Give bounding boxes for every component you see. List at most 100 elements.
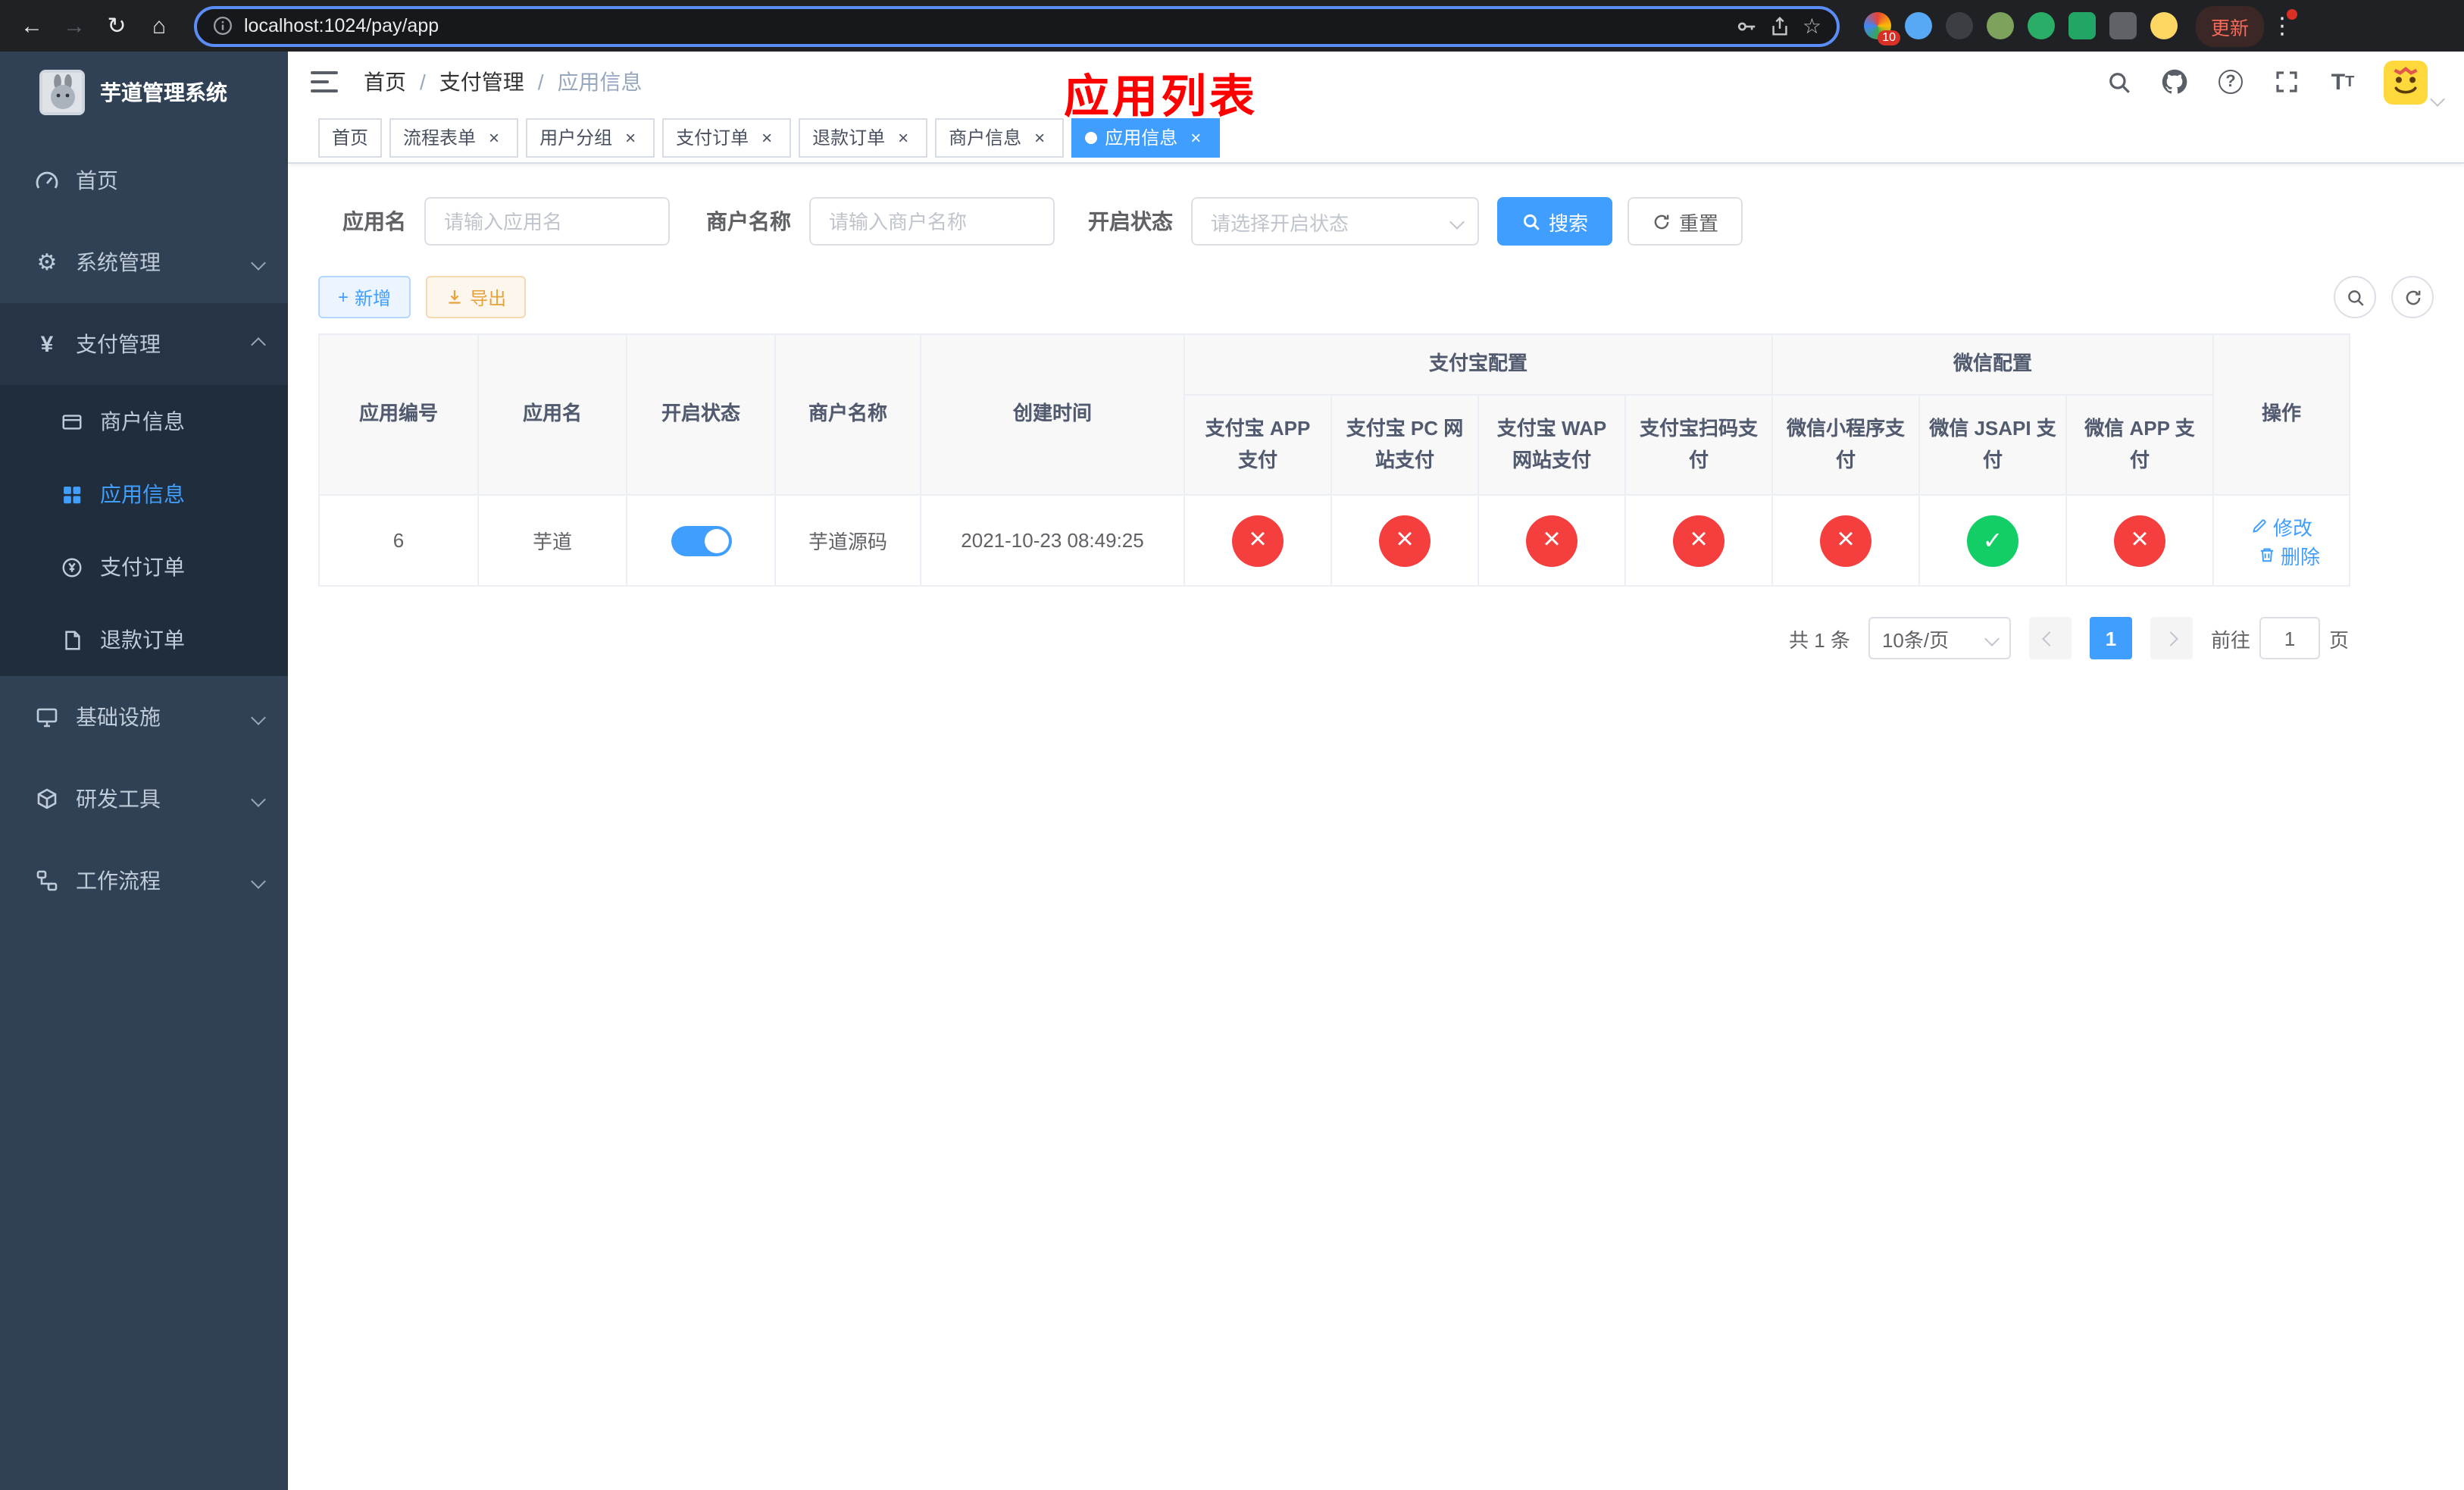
app-logo[interactable]: 芋道管理系统 <box>0 52 288 133</box>
table-toolbar: + 新增 导出 <box>318 276 2434 318</box>
font-size-icon[interactable]: TT <box>2328 67 2358 97</box>
page-annotation: 应用列表 <box>1064 73 1258 123</box>
sidebar-item-merchant-info[interactable]: 商户信息 <box>0 385 288 458</box>
reset-button[interactable]: 重置 <box>1628 197 1743 246</box>
sidebar: 芋道管理系统 首页 ⚙ 系统管理 ¥ 支付管理 商户信息 应用信息 支付订单 退… <box>0 52 288 1490</box>
sidebar-item-system[interactable]: ⚙ 系统管理 <box>0 221 288 303</box>
forward-icon[interactable]: → <box>55 6 94 45</box>
help-icon[interactable]: ? <box>2215 67 2246 97</box>
bookmark-star-icon[interactable]: ☆ <box>1803 13 1821 39</box>
fullscreen-icon[interactable] <box>2272 67 2302 97</box>
merchant-name-input[interactable] <box>809 197 1055 246</box>
extension-green-icon[interactable] <box>2068 12 2096 39</box>
edit-button-label: 修改 <box>2273 516 2313 539</box>
prev-page-button[interactable] <box>2028 617 2072 659</box>
home-icon[interactable]: ⌂ <box>139 6 179 45</box>
url-text: localhost:1024/pay/app <box>244 15 439 36</box>
extension-dark-icon[interactable] <box>1946 12 1973 39</box>
wechat-app-status-icon <box>2114 515 2166 566</box>
close-icon[interactable]: × <box>1185 127 1206 148</box>
extensions-puzzle-icon[interactable] <box>2109 12 2137 39</box>
sidebar-item-dev-tools[interactable]: 研发工具 <box>0 758 288 840</box>
status-toggle[interactable] <box>671 525 731 556</box>
tab-label: 支付订单 <box>676 127 749 149</box>
page-number-button[interactable]: 1 <box>2089 617 2132 659</box>
dashboard-icon <box>33 167 61 194</box>
tab-merchant-info[interactable]: 商户信息 × <box>935 117 1065 157</box>
gear-icon: ⚙ <box>36 250 58 276</box>
next-page-button[interactable] <box>2150 617 2193 659</box>
close-icon[interactable]: × <box>483 127 505 148</box>
sidebar-item-label: 支付订单 <box>100 555 185 579</box>
delete-button-label: 删除 <box>2281 545 2321 568</box>
page-size-select[interactable]: 10条/页 <box>1868 617 2011 659</box>
extension-colorful-icon[interactable]: 10 <box>1864 12 1900 45</box>
breadcrumb-payment[interactable]: 支付管理 <box>439 67 524 97</box>
browser-chrome: ← → ↻ ⌂ localhost:1024/pay/app ☆ 10 更新 ⋮ <box>0 0 2464 52</box>
chevron-down-icon <box>251 255 266 270</box>
app-name-label: 应用名 <box>342 209 406 233</box>
cell-app-id: 6 <box>318 494 479 587</box>
tags-view: 首页 流程表单 × 用户分组 × 支付订单 × 退款订单 × 商户信息 × 应用… <box>288 112 2464 164</box>
sidebar-item-label: 基础设施 <box>76 705 161 729</box>
info-icon[interactable] <box>212 15 233 36</box>
sidebar-item-label: 商户信息 <box>100 409 185 434</box>
column-header: 创建时间 <box>920 333 1185 496</box>
export-button[interactable]: 导出 <box>426 276 527 318</box>
extension-avatar-icon[interactable] <box>1987 12 2014 39</box>
app-name-input[interactable] <box>424 197 670 246</box>
column-header: 微信小程序支付 <box>1771 394 1921 496</box>
document-icon <box>58 626 85 653</box>
sidebar-item-home[interactable]: 首页 <box>0 139 288 221</box>
wechat-mini-status-icon <box>1820 515 1872 566</box>
tab-pay-order[interactable]: 支付订单 × <box>662 117 792 157</box>
search-button[interactable]: 搜索 <box>1497 197 1613 246</box>
reload-icon[interactable]: ↻ <box>97 6 136 45</box>
tab-user-group[interactable]: 用户分组 × <box>526 117 655 157</box>
browser-menu-icon[interactable]: ⋮ <box>2267 9 2298 39</box>
alipay-app-status-icon <box>1232 515 1284 566</box>
address-bar[interactable]: localhost:1024/pay/app ☆ <box>194 5 1840 46</box>
close-icon[interactable]: × <box>620 127 641 148</box>
toggle-search-button[interactable] <box>2334 276 2376 318</box>
status-select[interactable]: 请选择开启状态 <box>1191 197 1479 246</box>
extension-emoji-icon[interactable] <box>2150 12 2178 39</box>
alipay-qr-status-icon <box>1673 515 1724 566</box>
search-icon[interactable] <box>2103 67 2134 97</box>
wechat-jsapi-status-icon <box>1967 515 2019 566</box>
delete-button[interactable]: 删除 <box>2258 540 2320 569</box>
github-icon[interactable] <box>2159 67 2190 97</box>
user-menu[interactable] <box>2384 60 2445 106</box>
close-icon[interactable]: × <box>756 127 777 148</box>
goto-page-input[interactable] <box>2259 617 2320 659</box>
close-icon[interactable]: × <box>1029 127 1050 148</box>
extension-wechat-icon[interactable] <box>2028 12 2055 39</box>
key-icon[interactable] <box>1736 14 1759 37</box>
share-icon[interactable] <box>1769 14 1792 37</box>
sidebar-item-workflow[interactable]: 工作流程 <box>0 840 288 922</box>
extension-blue-icon[interactable] <box>1905 12 1932 39</box>
close-icon[interactable]: × <box>893 127 914 148</box>
tab-home[interactable]: 首页 <box>318 117 383 157</box>
sidebar-item-app-info[interactable]: 应用信息 <box>0 458 288 531</box>
sidebar-item-label: 研发工具 <box>76 787 161 811</box>
refresh-button[interactable] <box>2391 276 2434 318</box>
chrome-update-button[interactable]: 更新 <box>2196 5 2265 46</box>
screen: ← → ↻ ⌂ localhost:1024/pay/app ☆ 10 更新 ⋮… <box>0 0 2464 1490</box>
breadcrumb-separator: / <box>420 70 426 94</box>
back-icon[interactable]: ← <box>12 6 52 45</box>
sidebar-item-refund-order[interactable]: 退款订单 <box>0 603 288 676</box>
sidebar-item-payment[interactable]: ¥ 支付管理 <box>0 303 288 385</box>
hamburger-icon[interactable] <box>311 67 341 97</box>
breadcrumb-home[interactable]: 首页 <box>364 67 406 97</box>
breadcrumb-current: 应用信息 <box>557 70 643 94</box>
credit-card-icon <box>58 408 85 435</box>
edit-button[interactable]: 修改 <box>2250 512 2312 540</box>
sidebar-item-infrastructure[interactable]: 基础设施 <box>0 676 288 758</box>
add-button[interactable]: + 新增 <box>318 276 411 318</box>
tab-process-form[interactable]: 流程表单 × <box>389 117 519 157</box>
tab-refund-order[interactable]: 退款订单 × <box>799 117 928 157</box>
sidebar-item-pay-order[interactable]: 支付订单 <box>0 531 288 603</box>
column-header: 商户名称 <box>774 333 921 496</box>
group-header-wechat: 微信配置 <box>1771 333 2215 396</box>
